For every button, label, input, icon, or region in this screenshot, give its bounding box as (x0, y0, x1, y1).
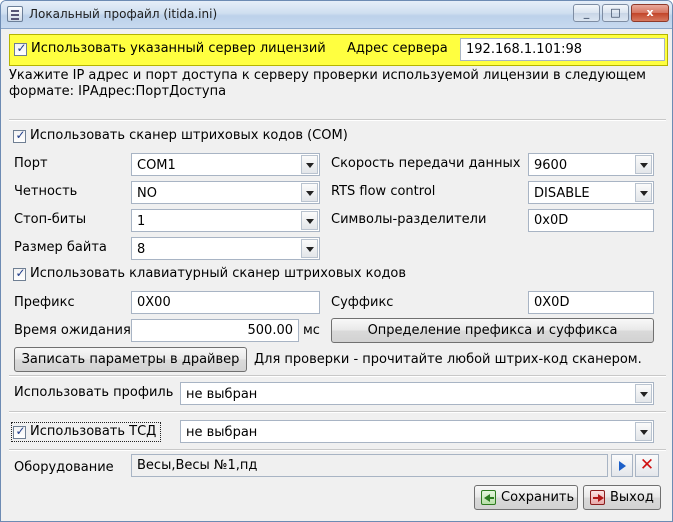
app-icon (7, 6, 23, 22)
chevron-down-icon[interactable] (301, 155, 318, 174)
detect-prefix-suffix-button[interactable]: Определение префикса и суффикса (331, 318, 654, 343)
window-title: Локальный профайл (itida.ini) (29, 7, 218, 21)
port-label: Порт (14, 156, 48, 171)
use-license-server-checkbox[interactable]: ✓ (14, 41, 27, 56)
save-button[interactable]: Сохранить (474, 485, 578, 510)
prefix-label: Префикс (14, 295, 75, 310)
chevron-down-icon[interactable] (635, 422, 652, 441)
parity-select[interactable]: NO (131, 181, 320, 204)
exit-icon (590, 490, 605, 505)
timeout-input[interactable]: 500.00 (131, 319, 299, 342)
license-server-panel: ✓ Использовать указанный сервер лицензий… (9, 34, 668, 66)
rts-flow-label: RTS flow control (331, 184, 436, 199)
equipment-field: Весы,Весы №1,пд (131, 454, 608, 477)
license-hint-line1: Укажите IP адрес и порт доступа к сервер… (9, 68, 646, 83)
baud-rate-select[interactable]: 9600 (528, 153, 654, 176)
checkmark-icon: ✓ (16, 41, 27, 55)
byte-size-select[interactable]: 8 (131, 237, 320, 260)
chevron-down-icon[interactable] (301, 239, 318, 258)
rts-flow-value: DISABLE (534, 186, 590, 201)
separator (9, 411, 666, 413)
write-to-driver-button[interactable]: Записать параметры в драйвер (14, 347, 247, 372)
title-bar[interactable]: Локальный профайл (itida.ini) _ □ x (1, 1, 672, 29)
baud-rate-value: 9600 (534, 158, 568, 173)
tsd-select[interactable]: не выбран (180, 420, 654, 443)
play-arrow-icon (619, 461, 626, 471)
minimize-button[interactable]: _ (573, 4, 600, 22)
save-button-label: Сохранить (501, 490, 575, 505)
separator (9, 375, 666, 377)
use-com-scanner-label[interactable]: Использовать сканер штриховых кодов (COM… (30, 128, 348, 143)
parity-value: NO (137, 186, 157, 201)
server-address-label: Адрес сервера (347, 41, 448, 56)
checkmark-icon: ✓ (15, 424, 26, 438)
stop-bits-select[interactable]: 1 (131, 209, 320, 232)
tsd-value: не выбран (186, 425, 258, 440)
suffix-input[interactable]: 0X0D (528, 291, 654, 314)
byte-size-value: 8 (137, 242, 146, 257)
use-tsd-label[interactable]: Использовать ТСД (30, 424, 156, 439)
chevron-down-icon[interactable] (635, 183, 652, 202)
separator (9, 119, 666, 121)
byte-size-label: Размер байта (14, 240, 107, 255)
checkmark-icon: ✓ (15, 128, 26, 142)
use-keyboard-scanner-checkbox[interactable]: ✓ (13, 266, 26, 281)
parity-label: Четность (14, 184, 78, 199)
use-tsd-checkbox[interactable]: ✓ (13, 424, 26, 439)
license-hint-line2: формате: IPАдрес:ПортДоступа (9, 84, 227, 99)
equipment-open-button[interactable] (611, 454, 633, 477)
stop-bits-label: Стоп-биты (14, 212, 87, 227)
timeout-unit-label: мс (303, 323, 320, 338)
scan-check-hint: Для проверки - прочитайте любой штрих-ко… (254, 352, 642, 367)
save-icon (481, 490, 496, 505)
rts-flow-select[interactable]: DISABLE (528, 181, 654, 204)
port-select[interactable]: COM1 (131, 153, 320, 176)
red-x-icon: ✕ (639, 455, 655, 475)
chevron-down-icon[interactable] (635, 155, 652, 174)
use-profile-label: Использовать профиль (14, 385, 174, 400)
chevron-down-icon[interactable] (301, 183, 318, 202)
exit-button[interactable]: Выход (583, 485, 661, 510)
profile-window: Локальный профайл (itida.ini) _ □ x ✓ Ис… (0, 0, 673, 522)
chevron-down-icon[interactable] (635, 384, 652, 403)
port-value: COM1 (137, 158, 176, 173)
use-keyboard-scanner-label[interactable]: Использовать клавиатурный сканер штрихов… (30, 266, 406, 281)
separator (9, 449, 666, 451)
suffix-label: Суффикс (331, 295, 394, 310)
checkmark-icon: ✓ (15, 266, 26, 280)
use-com-scanner-checkbox[interactable]: ✓ (13, 128, 26, 143)
profile-value: не выбран (186, 387, 258, 402)
equipment-delete-button[interactable]: ✕ (635, 454, 659, 477)
server-address-input[interactable]: 192.168.1.101:98 (460, 38, 665, 61)
chevron-down-icon[interactable] (301, 211, 318, 230)
close-button[interactable]: x (631, 4, 669, 22)
stop-bits-value: 1 (137, 214, 146, 229)
delimiters-input[interactable]: 0x0D (528, 209, 654, 232)
timeout-label: Время ожидания (14, 323, 131, 338)
maximize-button[interactable]: □ (602, 4, 629, 22)
exit-button-label: Выход (610, 490, 654, 505)
equipment-label: Оборудование (14, 460, 114, 475)
prefix-input[interactable]: 0X00 (131, 291, 320, 314)
baud-rate-label: Скорость передачи данных (331, 156, 521, 171)
profile-select[interactable]: не выбран (180, 382, 654, 405)
delimiters-label: Символы-разделители (331, 212, 487, 227)
use-license-server-label[interactable]: Использовать указанный сервер лицензий (31, 41, 326, 56)
